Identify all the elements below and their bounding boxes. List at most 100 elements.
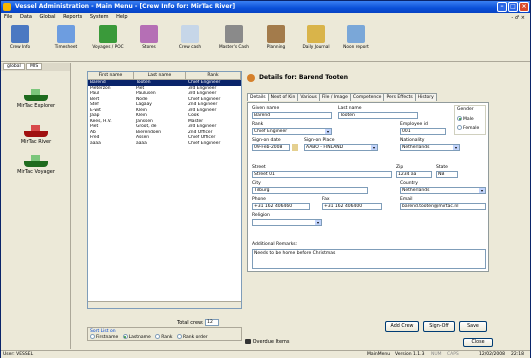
sort-rank-order[interactable]: Rank order	[176, 334, 208, 340]
tab-competence[interactable]: Competence	[349, 93, 385, 101]
column-rank[interactable]: Rank	[186, 72, 241, 79]
column-first-name[interactable]: First name	[88, 72, 134, 79]
employee-id-label: Employee id	[400, 122, 428, 127]
radio-icon	[122, 334, 128, 339]
close-button[interactable]: Close	[463, 338, 493, 347]
binoculars-icon	[245, 339, 251, 344]
vessel-panel-tabs: global MIS	[1, 63, 70, 71]
status-user: User: VESSEL	[3, 352, 34, 357]
city-field[interactable]: Tilburg	[252, 187, 368, 194]
tab-details[interactable]: Details	[247, 93, 269, 101]
ship-icon	[24, 155, 48, 167]
last-name-field[interactable]: Tooten	[338, 112, 418, 119]
menu-system[interactable]: System	[87, 13, 112, 21]
maximize-button[interactable]: □	[508, 2, 518, 12]
tab-file-image[interactable]: File / Image	[318, 93, 351, 101]
country-select[interactable]: Netherlands	[400, 187, 486, 194]
vessel-item-voyager[interactable]: MirTac Voyager	[5, 155, 67, 175]
gender-group: Gender Male Female	[454, 105, 486, 135]
details-panel: Details for: Barend Tooten Details Next o…	[245, 71, 491, 341]
menu-reports[interactable]: Reports	[60, 13, 85, 21]
street-field[interactable]: Street 01	[252, 171, 392, 178]
radio-icon	[176, 334, 182, 339]
nationality-select[interactable]: Netherlands	[400, 144, 460, 151]
country-label: Country	[400, 181, 418, 186]
phone-field[interactable]: +31 162 406460	[252, 203, 310, 210]
crew-cash-button[interactable]: Crew cash	[173, 24, 207, 60]
sort-options: Sort List on Firstname Lastname Rank Ran…	[87, 327, 242, 341]
column-last-name[interactable]: Last name	[134, 72, 186, 79]
tab-history[interactable]: History	[414, 93, 437, 101]
window-title: Vessel Administration - Main Menu - [Cre…	[15, 3, 236, 10]
status-time: 22:18	[511, 352, 524, 357]
fax-field[interactable]: +31 162 406400	[322, 203, 382, 210]
gender-female-radio[interactable]: Female	[457, 125, 479, 131]
vessel-item-explorer[interactable]: MirTac Explorer	[5, 89, 67, 109]
gender-male-radio[interactable]: Male	[457, 116, 474, 122]
gender-label: Gender	[457, 107, 474, 112]
menu-help[interactable]: Help	[113, 13, 130, 21]
add-crew-button[interactable]: Add Crew	[385, 321, 419, 332]
title-bar: Vessel Administration - Main Menu - [Cre…	[1, 1, 530, 13]
tab-mis[interactable]: MIS	[26, 63, 43, 70]
stores-button[interactable]: Stores	[132, 24, 166, 60]
horizontal-scrollbar[interactable]	[88, 301, 241, 308]
tab-global[interactable]: global	[3, 63, 25, 70]
ship-icon	[24, 89, 48, 101]
zip-field[interactable]: 1234 aa	[396, 171, 432, 178]
state-label: State	[436, 165, 448, 170]
religion-select[interactable]	[252, 219, 322, 226]
menu-file[interactable]: File	[1, 13, 15, 21]
zip-label: Zip	[396, 165, 404, 170]
close-window-button[interactable]: ×	[519, 2, 529, 12]
sort-firstname[interactable]: Firstname	[90, 334, 118, 340]
mdi-controls[interactable]: - ♂ ×	[508, 14, 528, 22]
remarks-label: Additional Remarks:	[252, 242, 298, 247]
tab-next-of-kin[interactable]: Next of Kin	[267, 93, 299, 101]
menu-global[interactable]: Global	[37, 13, 59, 21]
crew-list-panel: First name Last name Rank Barend Tooten Ch…	[87, 71, 242, 341]
sign-on-place-label: Sign-on Place	[304, 138, 335, 143]
planning-button[interactable]: Planning	[259, 24, 293, 60]
voyages-button[interactable]: Voyages / POC	[91, 24, 125, 60]
sort-label: Sort List on	[90, 329, 116, 334]
sign-on-place-select[interactable]: AABO - FINLAND	[304, 144, 378, 151]
religion-label: Religion	[252, 213, 270, 218]
voyages-icon	[99, 25, 117, 43]
tab-various[interactable]: Various	[297, 93, 320, 101]
noon-report-button[interactable]: Noon report	[339, 24, 373, 60]
fax-label: Fax	[322, 197, 330, 202]
sort-lastname[interactable]: Lastname	[122, 334, 151, 340]
crew-cash-icon	[181, 25, 199, 43]
daily-journal-button[interactable]: Daily Journal	[299, 24, 333, 60]
calendar-icon[interactable]	[292, 144, 298, 151]
given-name-label: Given name	[252, 106, 280, 111]
timesheet-icon	[57, 25, 75, 43]
save-button[interactable]: Save	[459, 321, 487, 332]
masters-cash-button[interactable]: Master's Cash	[214, 24, 254, 60]
tab-pers-effects[interactable]: Pers Effects	[383, 93, 416, 101]
given-name-field[interactable]: Barend	[252, 112, 332, 119]
sign-off-button[interactable]: Sign-Off	[423, 321, 455, 332]
state-field[interactable]: NB	[436, 171, 458, 178]
sort-rank[interactable]: Rank	[155, 334, 173, 340]
email-field[interactable]: barend.tooten@mirtac.nl	[400, 203, 486, 210]
stores-icon	[140, 25, 158, 43]
main-window: Vessel Administration - Main Menu - [Cre…	[0, 0, 531, 358]
app-icon	[3, 3, 11, 11]
planning-icon	[267, 25, 285, 43]
crew-info-button[interactable]: Crew Info	[3, 24, 37, 60]
vessel-item-river[interactable]: MirTac River	[5, 125, 67, 145]
minimize-button[interactable]: –	[497, 2, 507, 12]
timesheet-button[interactable]: Timesheet	[49, 24, 83, 60]
rank-select[interactable]: Chief Engineer	[252, 128, 332, 135]
remarks-field[interactable]: Needs to be home before Christmas	[252, 249, 486, 269]
crew-list[interactable]: First name Last name Rank Barend Tooten Ch…	[87, 71, 242, 309]
table-row[interactable]: aaaa aaaa Chief Engineer	[88, 141, 241, 147]
ship-icon	[24, 125, 48, 137]
user-icon	[247, 74, 255, 82]
menu-data[interactable]: Data	[17, 13, 35, 21]
employee-id-field[interactable]: 001	[400, 128, 446, 135]
overdue-items[interactable]: Overdue Items	[245, 339, 290, 345]
sign-on-date-field[interactable]: 09-Feb-2008	[252, 144, 290, 151]
